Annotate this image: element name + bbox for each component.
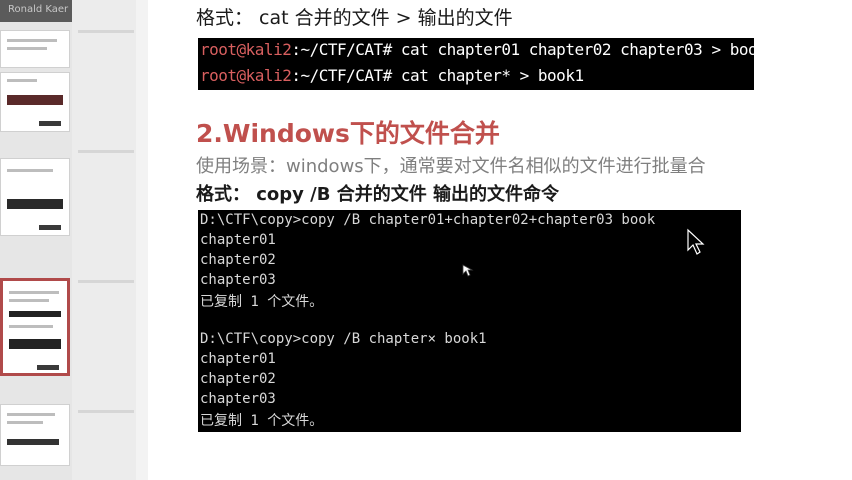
linux-terminal-screenshot: root@kali2:~/CTF/CAT# cat chapter01 chap… (198, 38, 754, 90)
linux-prompt-user: root@kali2 (200, 66, 292, 85)
slide-canvas[interactable]: 格式： cat 合并的文件 > 输出的文件 root@kali2:~/CTF/C… (148, 0, 852, 480)
windows-cmd-screenshot: D:\CTF\copy>copy /B chapter01+chapter02+… (198, 210, 741, 432)
cmd-line: chapter01 (200, 232, 276, 248)
linux-command-2: cat chapter* > book1 (400, 66, 584, 85)
linux-prompt-user: root@kali2 (200, 40, 292, 59)
cmd-line: chapter02 (200, 371, 276, 387)
cmd-line: D:\CTF\copy>copy /B chapter× book1 (200, 331, 487, 347)
slide-thumbnail-5[interactable] (0, 404, 70, 466)
small-cursor-icon (462, 264, 474, 277)
cmd-line: chapter03 (200, 272, 276, 288)
slide-editor-margin (136, 0, 148, 480)
cmd-line: 已复制 1 个文件。 (200, 294, 324, 310)
slide-thumbnail-3[interactable] (0, 158, 70, 236)
linux-prompt-path: :~/CTF/CAT# (291, 66, 401, 85)
thumbnail-scroll-area (72, 0, 136, 480)
usage-scenario-line: 使用场景：windows下，通常要对文件名相似的文件进行批量合 (196, 156, 706, 177)
linux-terminal-line-2: root@kali2:~/CTF/CAT# cat chapter* > boo… (200, 66, 584, 88)
linux-prompt-path: :~/CTF/CAT# (291, 40, 401, 59)
cmd-line: D:\CTF\copy>copy /B chapter01+chapter02+… (200, 212, 656, 228)
cmd-line: chapter03 (200, 391, 276, 407)
linux-terminal-line-1: root@kali2:~/CTF/CAT# cat chapter01 chap… (200, 40, 754, 62)
copy-format-line: 格式： copy /B 合并的文件 输出的文件命令 (196, 184, 560, 205)
slide-thumbnail-4-selected[interactable] (0, 278, 70, 376)
cmd-line: chapter02 (200, 252, 276, 268)
cmd-line: chapter01 (200, 351, 276, 367)
cmd-line: 已复制 1 个文件。 (200, 413, 324, 429)
slide-thumbnail-pane: Ronald Kaer Kalnie (0, 0, 136, 480)
linux-command-1: cat chapter01 chapter02 chapter03 > book (400, 40, 754, 59)
slide-thumbnail-2[interactable] (0, 72, 70, 132)
mouse-pointer-icon (687, 228, 705, 255)
section-title: 2.Windows下的文件合并 (196, 119, 500, 148)
slide-thumbnail-1[interactable] (0, 30, 70, 68)
cat-format-line: 格式： cat 合并的文件 > 输出的文件 (196, 7, 513, 29)
